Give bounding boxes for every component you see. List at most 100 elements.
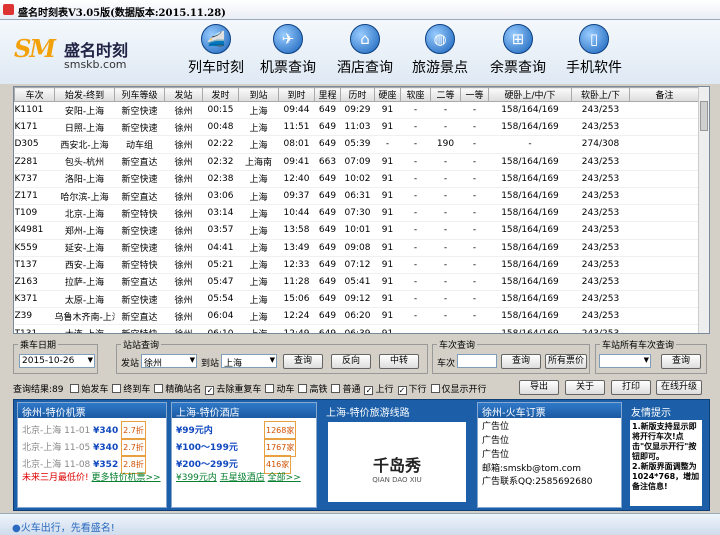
ad-slot[interactable]: 广告位 bbox=[478, 449, 621, 463]
more-flights-link[interactable]: 更多特价机票>> bbox=[91, 473, 160, 483]
all-hotels-link[interactable]: 全部>> bbox=[268, 473, 301, 483]
checkbox[interactable] bbox=[298, 384, 308, 393]
table-row[interactable]: K171 日照-上海 新空快速 徐州 00:48 上海 11:51 649 11:03 91- - -… bbox=[14, 118, 700, 137]
table-cell: 158/164/169 bbox=[488, 101, 572, 120]
train-number-input[interactable] bbox=[457, 354, 497, 368]
checkbox[interactable] bbox=[70, 384, 80, 393]
flight-deal-row[interactable]: 北京-上海 11-05 ¥340 2.7折 bbox=[18, 438, 166, 457]
all-fares-button[interactable]: 所有票价 bbox=[545, 354, 587, 369]
table-row[interactable]: T131大连-上海新空特快徐州06:10上海12:4964906:3991---… bbox=[14, 324, 700, 333]
table-row[interactable]: K4981 郑州-上海 新空快速 徐州 03:57 上海 13:58 649 10:01 91- -… bbox=[14, 221, 700, 240]
checkbox[interactable]: ✓ bbox=[397, 386, 407, 395]
station-select[interactable] bbox=[599, 354, 651, 368]
checkbox[interactable]: ✓ bbox=[364, 386, 374, 395]
checkbox[interactable] bbox=[331, 384, 341, 393]
logo-url: smskb.com bbox=[64, 58, 127, 71]
table-cell: 06:10 bbox=[202, 324, 239, 333]
hotel-deal-row[interactable]: ¥200～299元 416家 bbox=[172, 455, 316, 474]
filter-option[interactable]: 精确站名 bbox=[154, 384, 201, 395]
table-row[interactable]: K737 洛阳-上海 新空快速 徐州 02:38 上海 12:40 649 10:02 91- - -… bbox=[14, 170, 700, 188]
column-header[interactable]: 软座 bbox=[400, 87, 431, 102]
nav-ticket-query[interactable]: ⊞ 余票查询 bbox=[478, 24, 558, 82]
table-cell: - bbox=[430, 153, 461, 171]
table-row[interactable]: K559 延安-上海 新空快速 徐州 04:41 上海 13:49 649 09:08 91- - -… bbox=[14, 239, 700, 257]
online-upgrade-button[interactable]: 在线升级 bbox=[656, 380, 702, 395]
scrollbar-thumb[interactable] bbox=[700, 101, 708, 131]
filter-option[interactable]: ✓ 去除重复车 bbox=[205, 385, 261, 395]
flight-deal-row[interactable]: 北京-上海 11-01 ¥340 2.7折 bbox=[18, 421, 166, 440]
filter-option[interactable]: 动车 bbox=[265, 384, 294, 395]
checkbox[interactable] bbox=[265, 384, 275, 393]
table-cell: 哈尔滨-上海 bbox=[54, 187, 115, 206]
table-row[interactable]: K1101 安阳-上海 新空快速 徐州 00:15 上海 09:44 649 09:29 91- -… bbox=[14, 101, 700, 120]
table-row[interactable]: T137 西安-上海 新空特快 徐州 05:21 上海 12:33 649 07:12 91- - -… bbox=[14, 256, 700, 274]
nav-mobile-app[interactable]: ▯ 手机软件 bbox=[554, 24, 634, 82]
vertical-scrollbar[interactable] bbox=[698, 87, 709, 333]
hotel-deal-row[interactable]: ¥99元内 1268家 bbox=[172, 421, 316, 440]
tour-brand: 千岛秀 bbox=[372, 456, 421, 475]
option-label: 上行 bbox=[375, 385, 394, 395]
table-cell: - bbox=[460, 204, 489, 223]
table-row[interactable]: K371 太原-上海 新空快速 徐州 05:54 上海 15:06 649 09:12 91- - -… bbox=[14, 290, 700, 309]
export-button[interactable]: 导出 bbox=[519, 380, 559, 395]
column-header[interactable]: 二等 bbox=[430, 87, 461, 102]
station-query-button[interactable]: 查询 bbox=[283, 354, 323, 369]
from-station-select[interactable]: 徐州 bbox=[141, 354, 197, 369]
filter-option[interactable]: ✓ 下行 bbox=[397, 385, 427, 395]
checkbox[interactable] bbox=[154, 384, 164, 393]
table-cell: 上海 bbox=[238, 256, 279, 274]
date-picker[interactable]: 2015-10-26 bbox=[19, 354, 95, 368]
table-cell: 09:12 bbox=[340, 290, 375, 309]
checkbox[interactable] bbox=[430, 384, 440, 393]
ad-slot[interactable]: 广告位 bbox=[478, 435, 621, 449]
filter-option[interactable]: 始发车 bbox=[70, 384, 108, 395]
reverse-button[interactable]: 反向 bbox=[331, 354, 371, 369]
transfer-button[interactable]: 中转 bbox=[379, 354, 419, 369]
table-row[interactable]: Z163 拉萨-上海 新空直达 徐州 05:47 上海 11:28 649 05:41 91- - -… bbox=[14, 273, 700, 292]
table-cell: - bbox=[460, 290, 489, 309]
train-query-button[interactable]: 查询 bbox=[501, 354, 541, 369]
print-button[interactable]: 打印 bbox=[611, 380, 651, 395]
column-header[interactable]: 发时 bbox=[202, 87, 239, 102]
column-header[interactable]: 一等 bbox=[460, 87, 489, 102]
table-row[interactable]: D305 西安北-上海 动车组 徐州 02:22 上海 08:01 649 05:39- -190… bbox=[14, 135, 700, 154]
table-row[interactable]: T109 北京-上海 新空特快 徐州 03:14 上海 10:44 649 07:30 91- - -… bbox=[14, 204, 700, 223]
column-header[interactable]: 软卧上/下 bbox=[571, 87, 630, 102]
tour-ad-banner[interactable]: 千岛秀 QIAN DAO XIU bbox=[328, 422, 466, 502]
ad-slot[interactable]: 广告位 bbox=[478, 421, 621, 435]
column-header[interactable]: 历时 bbox=[340, 87, 375, 102]
filter-option[interactable]: ✓ 上行 bbox=[364, 385, 394, 395]
table-row[interactable]: Z171 哈尔滨-上海 新空直达 徐州 03:06 上海 09:37 649 06:31 91- -… bbox=[14, 187, 700, 206]
column-header[interactable]: 车次 bbox=[14, 87, 55, 102]
filter-option[interactable]: 高铁 bbox=[298, 384, 327, 395]
checkbox[interactable]: ✓ bbox=[205, 386, 215, 395]
to-station-select[interactable]: 上海 bbox=[221, 354, 277, 369]
filter-option[interactable]: 仅显示开行 bbox=[430, 384, 487, 395]
filter-option[interactable]: 普通 bbox=[331, 384, 360, 395]
column-header[interactable]: 到站 bbox=[238, 87, 279, 102]
station-trains-query-button[interactable]: 查询 bbox=[661, 354, 701, 369]
nav-flight-query[interactable]: ✈ 机票查询 bbox=[248, 24, 328, 82]
hotel-deal-row[interactable]: ¥100～199元 1767家 bbox=[172, 438, 316, 457]
column-header[interactable]: 到时 bbox=[278, 87, 315, 102]
nav-train-times[interactable]: 🚄 列车时刻 bbox=[176, 24, 256, 82]
column-header[interactable]: 硬卧上/中/下 bbox=[488, 87, 572, 102]
column-header[interactable]: 发站 bbox=[164, 87, 203, 102]
nav-hotel-query[interactable]: ⌂ 酒店查询 bbox=[325, 24, 405, 82]
column-header[interactable]: 里程 bbox=[314, 87, 341, 102]
nav-tourist-spots[interactable]: ◍ 旅游景点 bbox=[400, 24, 480, 82]
about-button[interactable]: 关于 bbox=[565, 380, 605, 395]
checkbox[interactable] bbox=[112, 384, 122, 393]
flight-deal-row[interactable]: 北京-上海 11-08 ¥352 2.8折 bbox=[18, 455, 166, 474]
column-header[interactable]: 列车等级 bbox=[114, 87, 165, 102]
filter-option[interactable]: 终到车 bbox=[112, 384, 150, 395]
table-row[interactable]: Z281 包头-杭州 新空直达 徐州 02:32 上海南 09:41 663 07:09 91- -… bbox=[14, 153, 700, 171]
column-header[interactable]: 备注 bbox=[629, 87, 700, 102]
table-cell: K737 bbox=[14, 170, 55, 188]
column-header[interactable]: 始发-终到 bbox=[54, 87, 115, 102]
table-cell: 158/164/169 bbox=[488, 187, 572, 206]
hotel-star-link[interactable]: ¥399元内 bbox=[176, 473, 217, 483]
column-header[interactable]: 硬座 bbox=[374, 87, 401, 102]
table-row[interactable]: Z39 乌鲁木齐南-上海 新空直达 徐州 06:04 上海 12:24 649 06:20 91-… bbox=[14, 307, 700, 326]
five-star-hotel-link[interactable]: 五星级酒店 bbox=[220, 473, 265, 483]
